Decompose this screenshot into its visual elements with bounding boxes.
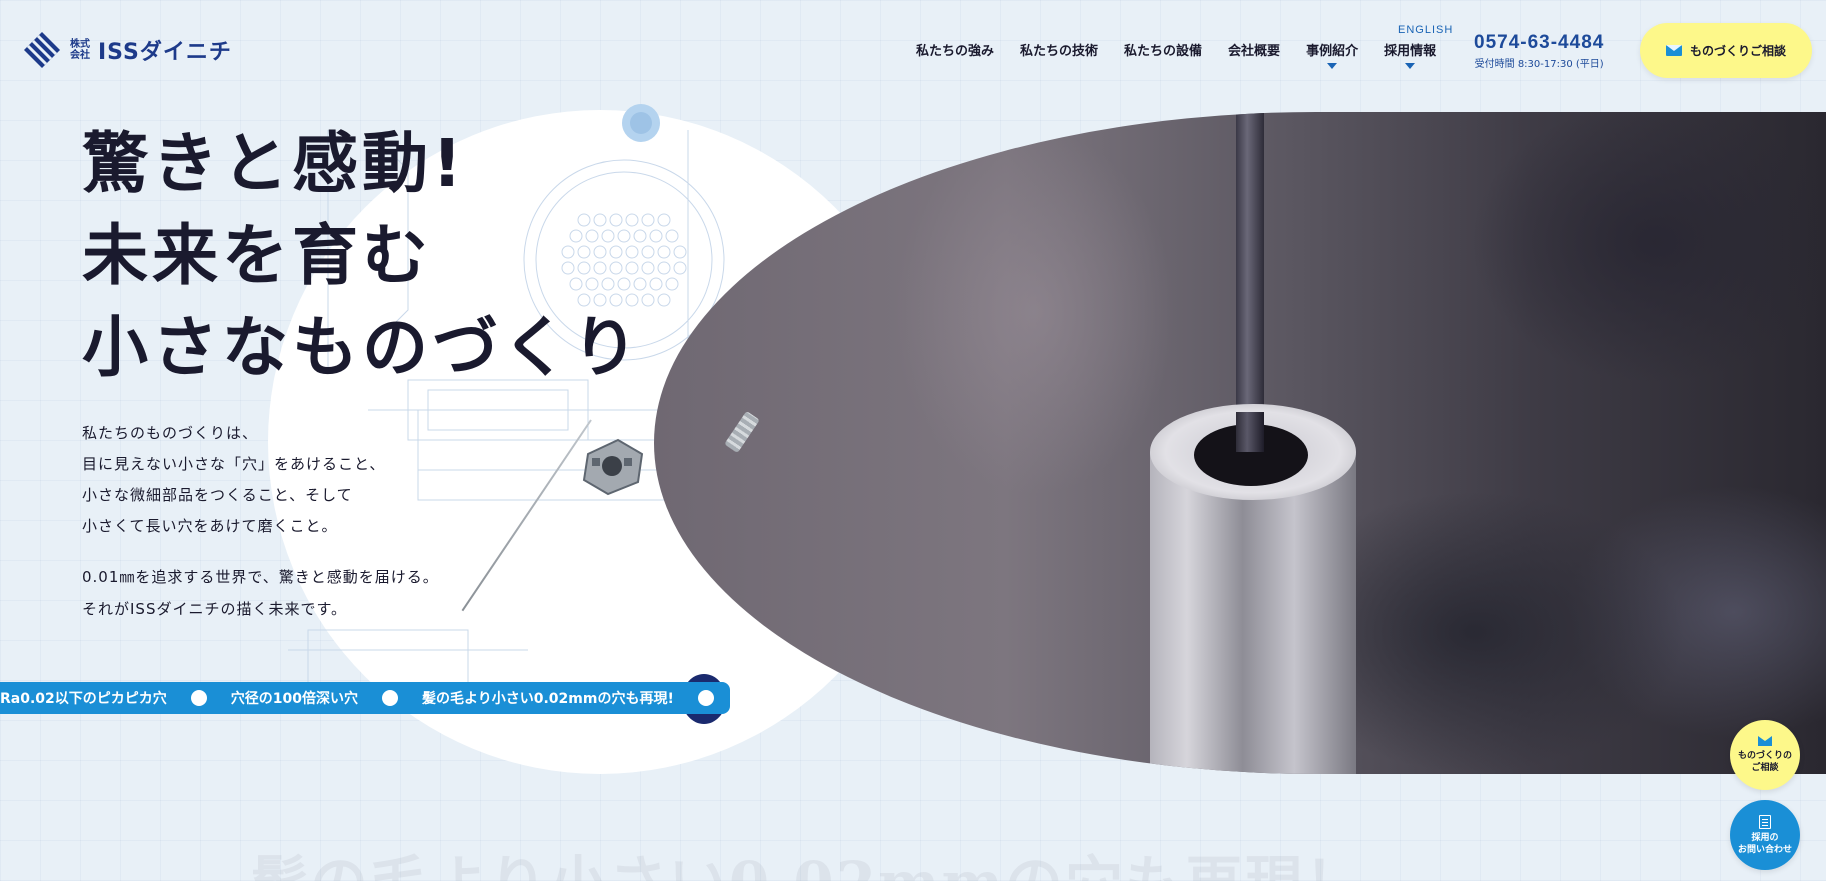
nav-label: 私たちの強み — [916, 44, 995, 59]
hero-body-1: 私たちのものづくりは、 目に見えない小さな「穴」をあけること、 小さな微細部品を… — [82, 418, 385, 542]
ticker-dot-icon — [382, 690, 399, 706]
main-nav: 私たちの強み 私たちの技術 私たちの設備 会社概要 事例紹介 採用情報 — [916, 40, 1436, 69]
logo-corp-line2: 会社 — [70, 50, 90, 61]
ticker-dot-icon — [190, 690, 207, 706]
photo-rod-inside — [1236, 412, 1264, 452]
nav-label: 私たちの技術 — [1020, 44, 1099, 59]
body-line: 小さくて長い穴をあけて磨くこと。 — [82, 517, 338, 535]
nav-company[interactable]: 会社概要 — [1228, 40, 1280, 59]
english-link[interactable]: ENGLISH — [1398, 24, 1453, 36]
phone-hours: 受付時間 8:30-17:30 (平日) — [1474, 59, 1604, 70]
nav-label: 事例紹介 — [1306, 44, 1359, 59]
floating-consult-line2: ご相談 — [1751, 763, 1779, 773]
nav-label: 採用情報 — [1384, 44, 1437, 59]
hero-body-2: 0.01㎜を追求する世界で、驚きと感動を届ける。 それがISSダイニチの描く未来… — [82, 561, 439, 625]
phone-number: 0574-63-4484 — [1474, 32, 1605, 53]
photo-tube — [1150, 452, 1356, 774]
logo-diamond-icon — [24, 32, 60, 68]
headline-line-2: 未来を育む — [82, 217, 432, 294]
floating-recruit-button[interactable]: 採用の お問い合わせ — [1730, 800, 1800, 870]
ticker-item: 度Ra0.02以下のピカピカ穴 — [0, 688, 207, 708]
logo-name: ISSダイニチ — [98, 40, 232, 65]
section-heading-faded: 髪の毛より小さい0.02mmの穴も再現！ — [250, 836, 1365, 881]
ticker-item: 穴径の100倍深い穴 — [230, 688, 399, 708]
ticker-text: 度Ra0.02以下のピカピカ穴 — [0, 691, 167, 707]
nav-technology[interactable]: 私たちの技術 — [1020, 40, 1098, 59]
nav-strengths[interactable]: 私たちの強み — [916, 40, 994, 59]
mail-icon — [1665, 45, 1682, 56]
ticker-text: 穴径の100倍深い穴 — [230, 691, 359, 707]
body-line: 0.01㎜を追求する世界で、驚きと感動を届ける。 — [82, 568, 439, 586]
feature-ticker: 度Ra0.02以下のピカピカ穴 穴径の100倍深い穴 髪の毛より小さい0.02m… — [0, 682, 730, 714]
micro-part-image — [582, 438, 644, 496]
body-line: 目に見えない小さな「穴」をあけること、 — [82, 455, 386, 473]
body-line: 私たちのものづくりは、 — [82, 424, 259, 442]
logo-corp-label: 株式 会社 — [70, 39, 90, 61]
caret-down-icon — [1405, 63, 1416, 69]
ticker-dot-icon — [697, 690, 714, 706]
body-line: それがISSダイニチの描く未来です。 — [82, 600, 347, 618]
headline-line-1: 驚きと感動! — [82, 125, 467, 202]
document-icon — [1759, 814, 1771, 829]
floating-recruit-line2: お問い合わせ — [1737, 844, 1792, 855]
phone-contact[interactable]: 0574-63-4484 受付時間 8:30-17:30 (平日) — [1474, 32, 1604, 70]
headline-line-3: 小さなものづくり — [82, 309, 642, 386]
nav-cases[interactable]: 事例紹介 — [1306, 40, 1358, 69]
nav-label: 私たちの設備 — [1124, 44, 1203, 59]
site-header: 株式 会社 ISSダイニチ 私たちの強み 私たちの技術 私たちの設備 会社概要 … — [0, 0, 1826, 100]
floating-consult-line1: ものづくりの — [1737, 751, 1792, 761]
ticker-track: 度Ra0.02以下のピカピカ穴 穴径の100倍深い穴 髪の毛より小さい0.02m… — [0, 682, 714, 714]
logo-corp-line1: 株式 — [70, 39, 90, 50]
hero-headline: 驚きと感動! 未来を育む 小さなものづくり — [82, 118, 642, 394]
nav-recruit[interactable]: 採用情報 — [1384, 40, 1436, 69]
mail-icon — [1758, 736, 1772, 746]
ticker-text: 髪の毛より小さい0.02mmの穴も再現! — [422, 691, 674, 707]
floating-consult-button[interactable]: ものづくりの ご相談 — [1730, 720, 1800, 790]
body-line: 小さな微細部品をつくること、そして — [82, 486, 353, 504]
nav-equipment[interactable]: 私たちの設備 — [1124, 40, 1202, 59]
nav-label: 会社概要 — [1228, 44, 1281, 59]
site-logo[interactable]: 株式 会社 ISSダイニチ — [22, 30, 232, 70]
ticker-item: 髪の毛より小さい0.02mmの穴も再現! — [422, 688, 714, 708]
consult-button-label: ものづくりご相談 — [1689, 44, 1786, 58]
floating-recruit-line1: 採用の — [1751, 832, 1779, 843]
consult-button[interactable]: ものづくりご相談 — [1640, 23, 1812, 78]
caret-down-icon — [1327, 63, 1338, 69]
